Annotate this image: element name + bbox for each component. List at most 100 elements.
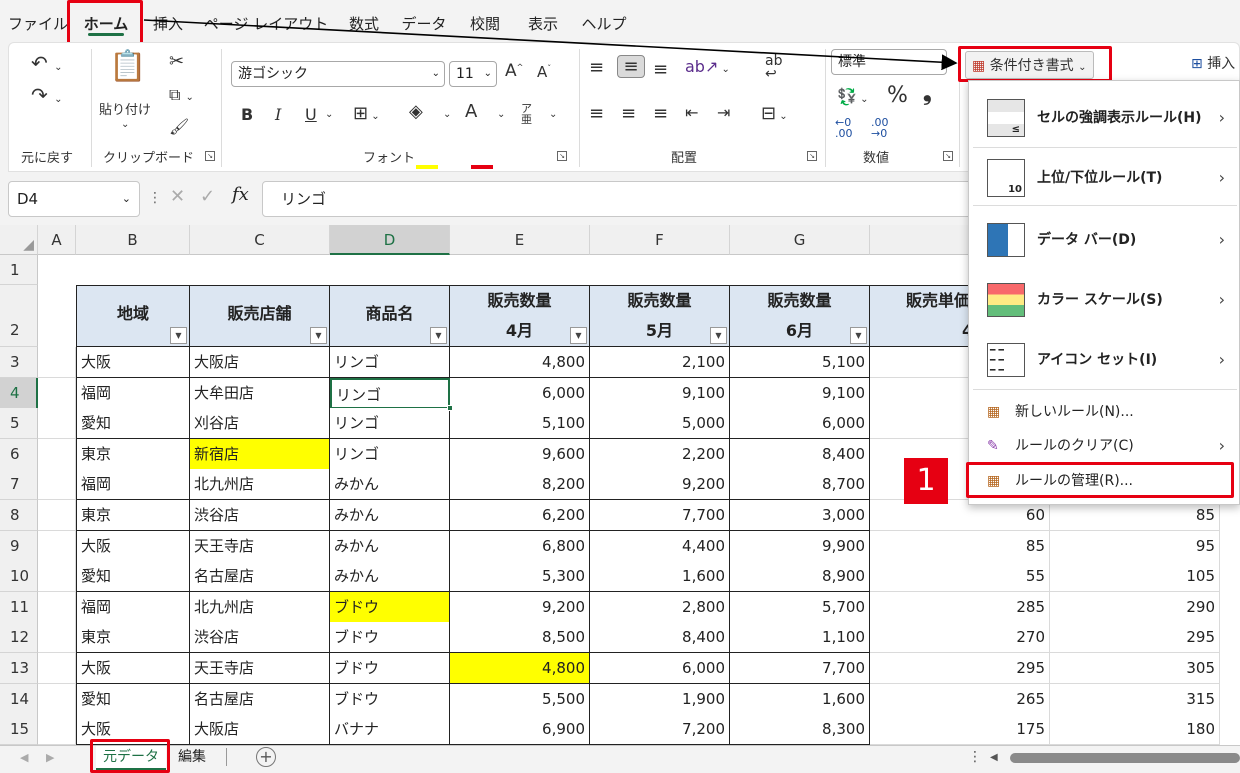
table-cell[interactable]: 6,000 <box>590 653 730 684</box>
menu-item-color-scales[interactable]: カラー スケール(S) › <box>969 275 1240 325</box>
table-cell[interactable]: リンゴ <box>330 438 450 470</box>
copy-icon[interactable]: ⧉ ⌄ <box>169 85 194 105</box>
table-cell[interactable]: 85 <box>870 530 1050 562</box>
table-cell[interactable]: 295 <box>1050 622 1220 654</box>
row-header[interactable]: 8 <box>0 500 38 531</box>
tab-review[interactable]: 校閲 <box>462 0 508 40</box>
table-cell[interactable]: 愛知 <box>76 408 190 440</box>
alignment-launcher-icon[interactable]: ↘ <box>807 151 817 161</box>
table-cell[interactable]: 8,400 <box>590 622 730 654</box>
table-cell[interactable]: ブドウ <box>330 622 450 654</box>
table-cell[interactable]: 渋谷店 <box>190 622 330 654</box>
filter-dropdown-icon[interactable]: ▼ <box>430 327 447 344</box>
row-header[interactable]: 6 <box>0 438 38 470</box>
name-box[interactable]: D4 ⌄ <box>8 181 140 217</box>
currency-icon[interactable]: 💱 ⌄ <box>837 87 868 106</box>
phonetic-icon[interactable]: ア亜 <box>521 103 532 125</box>
table-cell[interactable]: 4,400 <box>590 530 730 562</box>
table-cell[interactable]: 55 <box>870 561 1050 593</box>
decrease-decimal-icon[interactable]: .00 →0 <box>871 117 889 139</box>
column-header[interactable]: G <box>730 225 870 255</box>
undo-icon[interactable]: ↶ ⌄ <box>31 51 63 75</box>
fill-color-icon[interactable]: ◈ <box>409 101 423 122</box>
fill-handle[interactable] <box>447 405 453 411</box>
table-cell[interactable]: 5,700 <box>730 591 870 623</box>
table-cell[interactable]: リンゴ <box>330 347 450 378</box>
table-cell[interactable]: 7,200 <box>590 714 730 746</box>
percent-icon[interactable]: % <box>887 83 908 108</box>
table-cell[interactable]: ブドウ <box>330 653 450 684</box>
table-cell[interactable] <box>38 408 76 440</box>
redo-icon[interactable]: ↷ ⌄ <box>31 83 63 107</box>
table-cell[interactable]: 285 <box>870 591 1050 623</box>
table-cell[interactable]: 東京 <box>76 500 190 531</box>
table-cell[interactable] <box>38 530 76 562</box>
number-launcher-icon[interactable]: ↘ <box>943 151 953 161</box>
table-cell[interactable]: 265 <box>870 683 1050 715</box>
row-header[interactable]: 7 <box>0 469 38 501</box>
table-cell[interactable]: 名古屋店 <box>190 683 330 715</box>
borders-icon[interactable]: ⊞ ⌄ <box>353 103 380 124</box>
horizontal-scrollbar[interactable] <box>1010 753 1240 763</box>
table-cell[interactable]: みかん <box>330 469 450 501</box>
column-header[interactable]: D <box>330 225 450 255</box>
table-cell[interactable]: 大阪 <box>76 653 190 684</box>
align-middle-icon[interactable]: ≡ <box>617 55 645 78</box>
table-cell[interactable]: 6,200 <box>450 500 590 531</box>
table-cell[interactable] <box>38 469 76 501</box>
column-header[interactable]: B <box>76 225 190 255</box>
filter-dropdown-icon[interactable]: ▼ <box>310 327 327 344</box>
table-cell[interactable]: 天王寺店 <box>190 530 330 562</box>
table-cell[interactable]: 福岡 <box>76 469 190 501</box>
table-cell[interactable]: ブドウ <box>330 591 450 623</box>
scroll-left-icon[interactable]: ◀ <box>990 752 998 763</box>
table-cell[interactable]: 大阪店 <box>190 347 330 378</box>
decrease-indent-icon[interactable]: ⇤ <box>685 103 698 122</box>
cancel-icon[interactable]: ✕ <box>170 186 185 207</box>
table-cell[interactable] <box>38 714 76 746</box>
align-right-icon[interactable]: ≡ <box>653 103 668 124</box>
column-header[interactable]: A <box>38 225 76 255</box>
chevron-down-icon[interactable]: ⌄ <box>549 109 557 120</box>
align-center-icon[interactable]: ≡ <box>621 103 636 124</box>
table-cell[interactable]: 6,900 <box>450 714 590 746</box>
chevron-down-icon[interactable]: ⌄ <box>443 109 451 120</box>
table-cell[interactable]: 9,200 <box>450 591 590 623</box>
font-color-icon[interactable]: A <box>465 101 477 122</box>
table-cell[interactable]: 270 <box>870 622 1050 654</box>
table-cell[interactable]: 305 <box>1050 653 1220 684</box>
table-cell[interactable]: 9,100 <box>730 377 870 409</box>
chevron-down-icon[interactable]: ⌄ <box>497 109 505 120</box>
tab-formulas[interactable]: 数式 <box>340 0 388 40</box>
table-cell[interactable]: 8,400 <box>730 438 870 470</box>
table-cell[interactable]: リンゴ <box>330 377 450 409</box>
table-cell[interactable]: 290 <box>1050 591 1220 623</box>
table-cell[interactable]: みかん <box>330 530 450 562</box>
table-cell[interactable]: 8,700 <box>730 469 870 501</box>
row-header[interactable]: 1 <box>0 255 38 285</box>
tab-data[interactable]: データ <box>398 0 450 40</box>
table-cell[interactable] <box>38 683 76 715</box>
menu-item-clear-rules[interactable]: ✎ ルールのクリア(C) › <box>969 431 1240 461</box>
table-cell[interactable]: 2,100 <box>590 347 730 378</box>
table-cell[interactable]: 9,600 <box>450 438 590 470</box>
font-name-combo[interactable]: 游ゴシック ⌄ <box>231 61 445 87</box>
insert-function-icon[interactable]: fx <box>232 184 249 205</box>
table-cell[interactable]: 愛知 <box>76 683 190 715</box>
menu-item-highlight-rules[interactable]: ≤ セルの強調表示ルール(H) › <box>969 93 1240 143</box>
format-painter-icon[interactable]: 🖌 <box>169 117 189 136</box>
font-launcher-icon[interactable]: ↘ <box>557 151 567 161</box>
table-cell[interactable]: 福岡 <box>76 377 190 409</box>
row-header[interactable]: 12 <box>0 622 38 654</box>
tab-file[interactable]: ファイル <box>8 0 68 40</box>
table-cell[interactable]: バナナ <box>330 714 450 746</box>
table-cell[interactable]: 3,000 <box>730 500 870 531</box>
table-cell[interactable]: みかん <box>330 561 450 593</box>
table-cell[interactable]: 8,200 <box>450 469 590 501</box>
table-cell[interactable]: 6,000 <box>450 377 590 409</box>
more-icon[interactable]: ⋮ <box>968 749 982 765</box>
table-cell[interactable]: 大阪店 <box>190 714 330 746</box>
table-cell[interactable]: 6,000 <box>730 408 870 440</box>
table-cell[interactable] <box>38 347 76 378</box>
cut-icon[interactable]: ✂ <box>169 51 184 72</box>
